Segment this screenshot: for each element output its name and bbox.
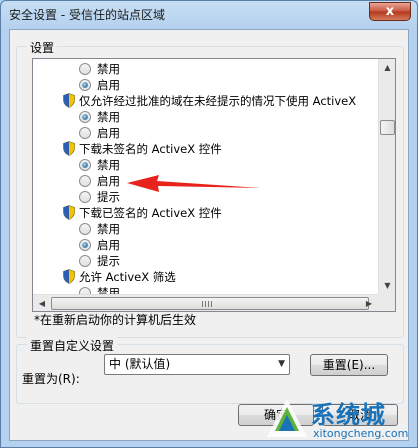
radio-icon[interactable] (79, 127, 91, 139)
security-shield-icon (63, 269, 75, 284)
radio-icon[interactable] (79, 63, 91, 75)
horizontal-scrollbar[interactable]: ◀ ▶ (33, 294, 395, 311)
setting-header-label: 仅允许经过批准的域在未经提示的情况下使用 ActiveX (79, 94, 357, 108)
setting-option[interactable]: 禁用 (33, 221, 377, 237)
window-title: 安全设置 - 受信任的站点区域 (9, 8, 165, 22)
setting-header-label: 下载未签名的 ActiveX 控件 (79, 142, 222, 156)
setting-header[interactable]: 允许 ActiveX 筛选 (33, 269, 377, 285)
setting-option-label: 提示 (97, 254, 120, 268)
scroll-down-arrow-icon[interactable]: ▼ (380, 278, 395, 294)
reset-button-label: 重置(E)... (322, 358, 376, 372)
security-shield-icon (63, 141, 75, 156)
chevron-down-icon: ▼ (278, 359, 285, 369)
setting-option-label: 启用 (97, 174, 120, 188)
setting-option-label: 禁用 (97, 62, 120, 76)
setting-option[interactable]: 提示 (33, 253, 377, 269)
setting-header-label: 允许 ActiveX 筛选 (79, 270, 176, 284)
scroll-right-arrow-icon[interactable]: ▶ (361, 296, 377, 311)
reset-level-value: 中 (默认值) (109, 357, 171, 371)
watermark-url: xitongcheng.com (313, 427, 409, 440)
setting-option-label: 禁用 (97, 158, 120, 172)
setting-option-label: 启用 (97, 238, 120, 252)
close-button[interactable]: x (369, 2, 411, 21)
restart-note: *在重新启动你的计算机后生效 (34, 313, 197, 327)
setting-header[interactable]: 下载已签名的 ActiveX 控件 (33, 205, 377, 221)
scrollbar-corner (378, 294, 395, 311)
reset-group-label: 重置自定义设置 (27, 337, 118, 354)
setting-option[interactable]: 启用 (33, 237, 377, 253)
settings-group-label: 设置 (27, 39, 58, 56)
radio-icon[interactable] (79, 191, 91, 203)
close-icon: x (385, 4, 395, 19)
setting-option[interactable]: 启用 (33, 125, 377, 141)
radio-selected-icon[interactable] (79, 111, 91, 123)
reset-to-label: 重置为(R): (22, 372, 80, 386)
setting-option-label: 禁用 (97, 110, 120, 124)
setting-option[interactable]: 禁用 (33, 61, 377, 77)
radio-icon[interactable] (79, 175, 91, 187)
radio-selected-icon[interactable] (79, 239, 91, 251)
watermark: 系统城 xitongcheng.com (265, 393, 418, 448)
title-bar[interactable]: 安全设置 - 受信任的站点区域 x (1, 1, 417, 27)
setting-option[interactable]: 禁用 (33, 109, 377, 125)
scroll-up-arrow-icon[interactable]: ▲ (380, 60, 395, 76)
setting-header-label: 下载已签名的 ActiveX 控件 (79, 206, 222, 220)
horizontal-scroll-thumb[interactable] (51, 297, 369, 310)
watermark-logo-icon (267, 399, 307, 437)
setting-header[interactable]: 仅允许经过批准的域在未经提示的情况下使用 ActiveX (33, 93, 377, 109)
radio-selected-icon[interactable] (79, 159, 91, 171)
reset-button[interactable]: 重置(E)... (310, 354, 388, 376)
reset-level-select[interactable]: 中 (默认值) ▼ (104, 354, 290, 375)
watermark-text: 系统城 (311, 401, 386, 429)
security-shield-icon (63, 93, 75, 108)
setting-option-label: 启用 (97, 78, 120, 92)
radio-selected-icon[interactable] (79, 79, 91, 91)
radio-icon[interactable] (79, 223, 91, 235)
security-shield-icon (63, 205, 75, 220)
red-arrow-annotation (127, 175, 261, 192)
vertical-scrollbar[interactable]: ▲ ▼ (378, 59, 395, 295)
radio-icon[interactable] (79, 255, 91, 267)
setting-option-label: 启用 (97, 126, 120, 140)
vertical-scroll-thumb[interactable] (380, 120, 395, 135)
setting-header[interactable]: 下载未签名的 ActiveX 控件 (33, 141, 377, 157)
setting-option-label: 提示 (97, 190, 120, 204)
setting-option[interactable]: 启用 (33, 77, 377, 93)
scroll-grip-icon (202, 301, 212, 307)
setting-option-label: 禁用 (97, 222, 120, 236)
security-settings-window: 安全设置 - 受信任的站点区域 x 设置 禁用 启用 仅允许经过批准的域在未经提示的… (0, 0, 418, 448)
dialog-client-area: 设置 禁用 启用 仅允许经过批准的域在未经提示的情况下使用 ActiveX 禁用 启用下… (9, 29, 409, 441)
scroll-left-arrow-icon[interactable]: ◀ (34, 296, 50, 311)
